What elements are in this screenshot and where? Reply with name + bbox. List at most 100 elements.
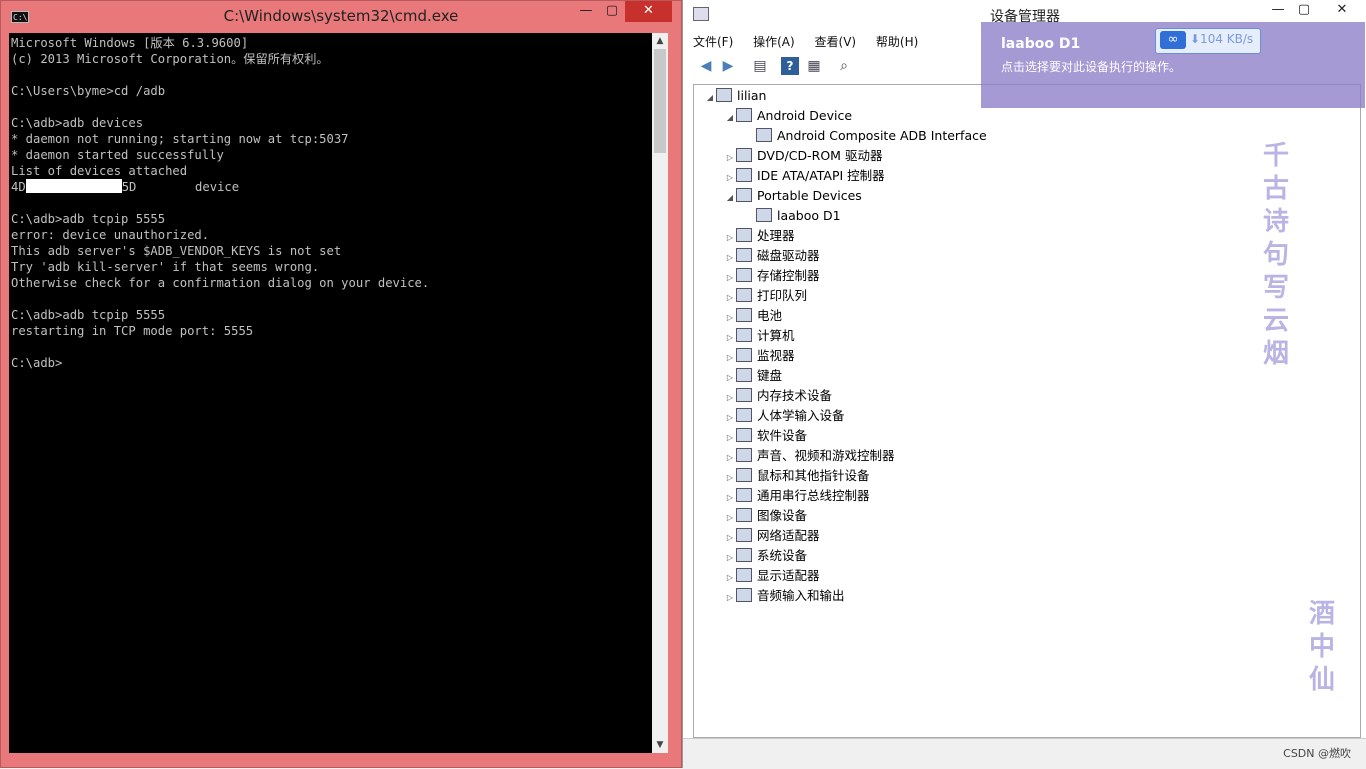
tree-item[interactable]: ▷ 处理器 [724, 226, 795, 246]
tree-item-label: 音频输入和输出 [757, 588, 845, 603]
tree-item-label: lilian [737, 88, 767, 103]
tree-expander-icon[interactable]: ◢ [724, 108, 736, 128]
console-output[interactable]: Microsoft Windows [版本 6.3.9600] (c) 2013… [9, 33, 652, 753]
tree-expander-icon[interactable]: ▷ [724, 388, 736, 408]
tree-item[interactable]: ▷ 显示适配器 [724, 566, 820, 586]
tree-expander-icon[interactable]: ▷ [724, 288, 736, 308]
tree-item[interactable]: ▷ 通用串行总线控制器 [724, 486, 870, 506]
properties-icon[interactable]: ▤ [751, 57, 769, 75]
poem-char: 酒 [1308, 599, 1335, 629]
tree-item[interactable]: ▷ 图像设备 [724, 506, 807, 526]
tree-expander-icon[interactable]: ▷ [724, 548, 736, 568]
tree-expander-icon[interactable]: ▷ [724, 568, 736, 588]
tree-item[interactable]: ▷ 计算机 [724, 326, 795, 346]
tree-item[interactable]: ▷ 内存技术设备 [724, 386, 832, 406]
tree-item-label: 电池 [757, 308, 783, 323]
tree-item[interactable]: ▷ 电池 [724, 306, 782, 326]
close-button[interactable]: ✕ [625, 1, 672, 22]
scroll-down-icon[interactable]: ▼ [652, 737, 668, 753]
tree-expander-icon[interactable]: ▷ [724, 168, 736, 188]
dm-maximize-button[interactable]: ▢ [1291, 0, 1317, 21]
tree-expander-icon[interactable]: ▷ [724, 468, 736, 488]
device-icon [736, 588, 752, 602]
device-icon [736, 528, 752, 542]
tree-item[interactable]: ◢ Portable Devices [724, 186, 862, 206]
console-scrollbar[interactable]: ▲ ▼ [652, 33, 668, 753]
tree-item-label: 键盘 [757, 368, 783, 383]
cmd-titlebar[interactable]: C:\ C:\Windows\system32\cmd.exe — ▢ ✕ [1, 1, 681, 33]
poem-text-bottom: 酒中仙 [1306, 598, 1338, 697]
tree-item[interactable]: ▷ 声音、视频和游戏控制器 [724, 446, 895, 466]
tree-item[interactable]: laaboo D1 [744, 206, 841, 226]
tree-expander-icon[interactable]: ▷ [724, 448, 736, 468]
tree-item[interactable]: ◢ lilian [704, 86, 766, 106]
tree-expander-icon[interactable]: ▷ [724, 248, 736, 268]
tree-item[interactable]: ▷ 人体学输入设备 [724, 406, 845, 426]
tree-item[interactable]: ▷ 磁盘驱动器 [724, 246, 820, 266]
tree-expander-icon[interactable]: ▷ [724, 488, 736, 508]
notification-description: 点击选择要对此设备执行的操作。 [1001, 60, 1182, 74]
dm-minimize-button[interactable]: — [1265, 0, 1291, 21]
tree-item[interactable]: ▷ 鼠标和其他指针设备 [724, 466, 870, 486]
device-icon [736, 368, 752, 382]
poem-char: 烟 [1262, 339, 1289, 369]
device-icon [736, 228, 752, 242]
tree-item[interactable]: Android Composite ADB Interface [744, 126, 987, 146]
cmd-window[interactable]: C:\ C:\Windows\system32\cmd.exe — ▢ ✕ Mi… [0, 0, 682, 768]
tree-item[interactable]: ▷ 存储控制器 [724, 266, 820, 286]
view-icon[interactable]: ▦ [805, 57, 823, 75]
tree-expander-icon[interactable]: ▷ [724, 268, 736, 288]
scroll-up-icon[interactable]: ▲ [652, 33, 668, 49]
tree-expander-icon[interactable]: ▷ [724, 148, 736, 168]
forward-arrow-icon[interactable]: ▶ [719, 57, 737, 75]
device-icon [716, 88, 732, 102]
help-icon[interactable]: ? [781, 57, 799, 75]
tree-item[interactable]: ▷ IDE ATA/ATAPI 控制器 [724, 166, 885, 186]
tree-item[interactable]: ▷ 系统设备 [724, 546, 807, 566]
tree-expander-icon[interactable]: ▷ [724, 348, 736, 368]
tree-item[interactable]: ▷ 软件设备 [724, 426, 807, 446]
scan-icon[interactable]: ⌕ [835, 57, 853, 75]
device-icon [736, 308, 752, 322]
tree-item-label: 系统设备 [757, 548, 808, 563]
tree-item-label: laaboo D1 [777, 208, 841, 223]
tree-item[interactable]: ▷ DVD/CD-ROM 驱动器 [724, 146, 882, 166]
tree-expander-icon[interactable]: ▷ [724, 328, 736, 348]
tree-item[interactable]: ▷ 网络适配器 [724, 526, 820, 546]
tree-expander-icon[interactable]: ◢ [724, 188, 736, 208]
tree-item-label: Android Device [757, 108, 853, 123]
device-icon [736, 328, 752, 342]
console-lines-before: Microsoft Windows [版本 6.3.9600] (c) 2013… [11, 36, 349, 178]
tree-item[interactable]: ▷ 键盘 [724, 366, 782, 386]
tree-expander-icon[interactable]: ◢ [704, 88, 716, 108]
console-text: Microsoft Windows [版本 6.3.9600] (c) 2013… [9, 33, 652, 373]
tree-expander-icon[interactable]: ▷ [724, 588, 736, 608]
dm-close-button[interactable]: ✕ [1319, 0, 1365, 21]
device-manager-window[interactable]: 设备管理器 — ▢ ✕ 文件(F) 操作(A) 查看(V) 帮助(H) ◀ ▶ … [682, 0, 1366, 769]
network-speed-widget[interactable]: ∞ ⬇104 KB/s [1155, 28, 1261, 54]
maximize-button[interactable]: ▢ [599, 1, 625, 22]
device-icon [736, 508, 752, 522]
minimize-button[interactable]: — [573, 1, 599, 22]
tree-expander-icon[interactable]: ▷ [724, 368, 736, 388]
device-icon [736, 188, 752, 202]
tree-item[interactable]: ▷ 打印队列 [724, 286, 807, 306]
scrollbar-thumb[interactable] [654, 49, 666, 153]
back-arrow-icon[interactable]: ◀ [697, 57, 715, 75]
device-icon [736, 548, 752, 562]
menu-view[interactable]: 查看(V) [813, 32, 859, 52]
menu-bar: 文件(F) 操作(A) 查看(V) 帮助(H) [691, 32, 932, 54]
tree-expander-icon[interactable]: ▷ [724, 308, 736, 328]
download-speed: ⬇104 KB/s [1190, 32, 1254, 46]
tree-item[interactable]: ▷ 音频输入和输出 [724, 586, 845, 606]
tree-expander-icon[interactable]: ▷ [724, 528, 736, 548]
tree-expander-icon[interactable]: ▷ [724, 428, 736, 448]
tree-item[interactable]: ◢ Android Device [724, 106, 852, 126]
tree-expander-icon[interactable]: ▷ [724, 228, 736, 248]
tree-expander-icon[interactable]: ▷ [724, 408, 736, 428]
menu-action[interactable]: 操作(A) [751, 32, 797, 52]
menu-help[interactable]: 帮助(H) [874, 32, 920, 52]
tree-expander-icon[interactable]: ▷ [724, 508, 736, 528]
tree-item[interactable]: ▷ 监视器 [724, 346, 795, 366]
menu-file[interactable]: 文件(F) [691, 32, 735, 52]
